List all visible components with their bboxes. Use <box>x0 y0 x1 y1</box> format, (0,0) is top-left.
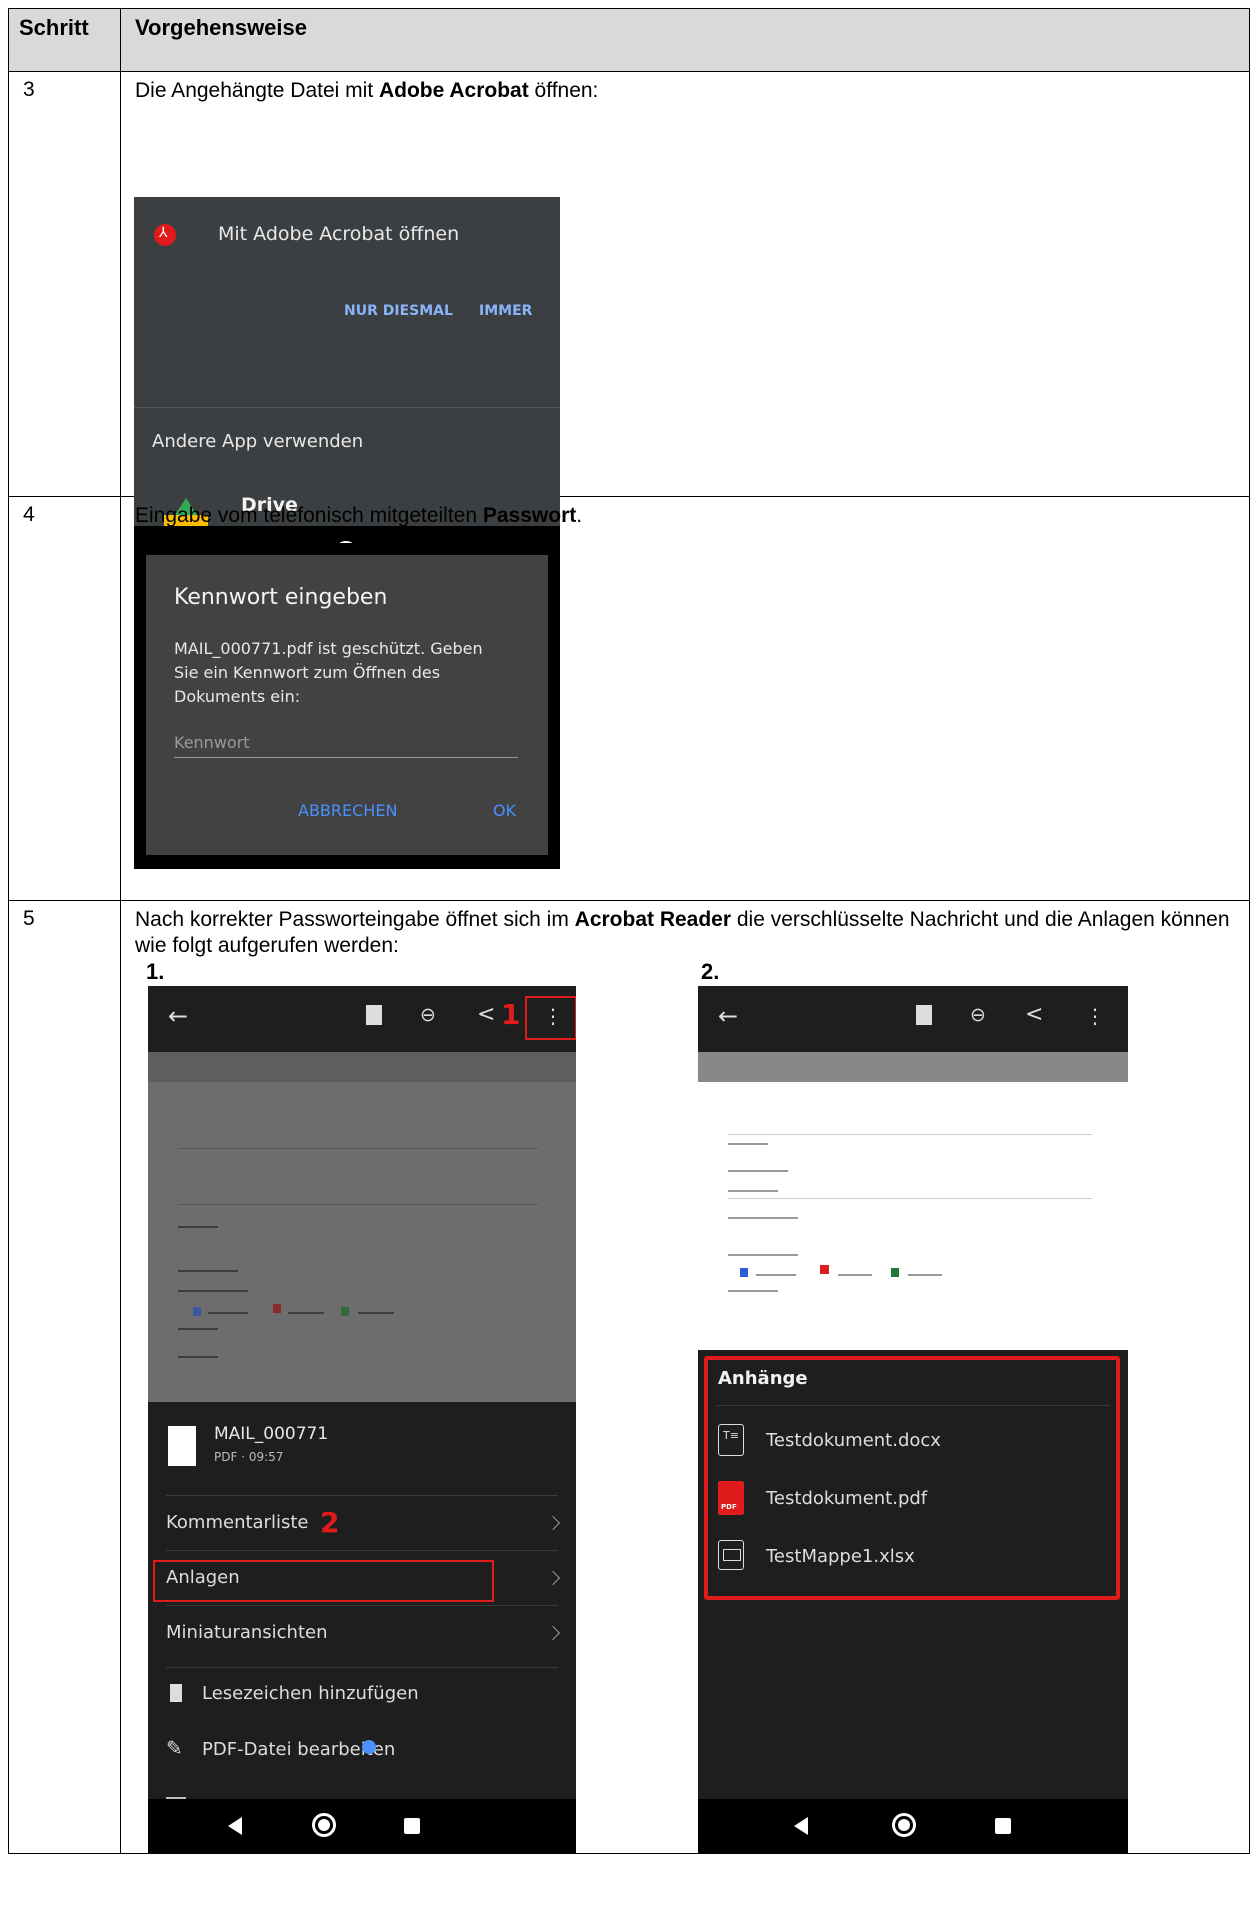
divider <box>134 407 560 408</box>
android-navbar <box>148 1799 576 1853</box>
back-arrow-icon[interactable]: ← <box>168 1002 188 1030</box>
step-number-cell: 4 <box>8 496 121 901</box>
dialog-title: Kennwort eingeben <box>174 585 388 610</box>
step-description: Die Angehängte Datei mit Adobe Acrobat ö… <box>135 79 599 102</box>
chevron-right-icon <box>545 1570 561 1586</box>
header-schritt: Schritt <box>8 8 121 72</box>
document-preview <box>698 1082 1128 1350</box>
password-input[interactable] <box>174 757 518 758</box>
document-preview <box>148 1082 576 1402</box>
step-row-3: 3 Die Angehängte Datei mit Adobe Acrobat… <box>8 71 1250 582</box>
steps-table: Schritt Vorgehensweise 3 Die Angehängte … <box>8 8 1250 1854</box>
password-dialog: Kennwort eingeben MAIL_000771.pdf ist ge… <box>146 555 548 855</box>
other-app-label: Andere App verwenden <box>152 431 364 452</box>
chevron-right-icon <box>545 1625 561 1641</box>
password-screenshot: Kennwort eingeben MAIL_000771.pdf ist ge… <box>134 543 560 869</box>
back-icon[interactable] <box>228 1817 242 1835</box>
password-field-placeholder: Kennwort <box>174 733 250 752</box>
more-menu-icon[interactable]: ⋮ <box>1085 1004 1105 1028</box>
view-mode-icon[interactable] <box>916 1005 932 1025</box>
highlight-attachments-list <box>704 1356 1120 1600</box>
menu-item-comments[interactable]: Kommentarliste 2 <box>148 1496 576 1550</box>
step-row-5: 5 Nach korrekter Passworteingabe öffnet … <box>8 900 1250 1854</box>
reader-toolbar: ← ⊖ < ⋮ 1 <box>148 986 576 1052</box>
ok-button[interactable]: OK <box>493 801 516 820</box>
sub-label-1: 1. <box>146 959 165 984</box>
acrobat-icon: ⅄ <box>154 224 176 246</box>
header-vorgehensweise: Vorgehensweise <box>120 8 1250 72</box>
recents-icon[interactable] <box>995 1818 1011 1834</box>
chevron-right-icon <box>545 1515 561 1531</box>
cancel-button[interactable]: ABBRECHEN <box>298 801 397 820</box>
step-description-cell: Eingabe vom telefonisch mitgeteilten Pas… <box>120 496 1250 901</box>
zoom-icon[interactable]: ⊖ <box>970 1004 986 1026</box>
reader-attachments-screenshot: ← ⊖ < ⋮ Anhänge T≡ Testdokument.docx PDF… <box>698 986 1128 1853</box>
step-row-4: 4 Eingabe vom telefonisch mitgeteilten P… <box>8 496 1250 901</box>
context-menu-sheet: MAIL_000771 PDF · 09:57 Kommentarliste 2… <box>148 1402 576 1853</box>
highlight-attachments <box>153 1560 494 1602</box>
attachments-panel: Anhänge T≡ Testdokument.docx PDF Testdok… <box>698 1350 1128 1853</box>
back-icon[interactable] <box>794 1817 808 1835</box>
file-name: MAIL_000771 <box>214 1424 329 1444</box>
view-mode-icon[interactable] <box>366 1005 382 1025</box>
divider <box>166 1667 558 1668</box>
menu-item-thumbnails[interactable]: Miniaturansichten <box>148 1606 576 1660</box>
page-gap <box>148 1052 576 1082</box>
step-number-cell: 5 <box>8 900 121 1854</box>
add-bookmark-action[interactable]: Lesezeichen hinzufügen <box>148 1678 576 1718</box>
marker-1: 1 <box>501 998 521 1031</box>
menu-item-attachments[interactable]: Anlagen <box>148 1551 576 1605</box>
sub-label-2: 2. <box>701 959 720 984</box>
bookmark-icon <box>170 1684 182 1702</box>
always-button[interactable]: IMMER <box>479 303 532 319</box>
once-button[interactable]: NUR DIESMAL <box>344 303 453 319</box>
recents-icon[interactable] <box>404 1818 420 1834</box>
page-gap <box>698 1052 1128 1082</box>
dialog-message: MAIL_000771.pdf ist geschützt. Geben Sie… <box>174 639 483 706</box>
back-arrow-icon[interactable]: ← <box>718 1002 738 1030</box>
step-description-cell: Die Angehängte Datei mit Adobe Acrobat ö… <box>120 71 1250 582</box>
edit-pdf-action[interactable]: ✎ PDF-Datei bearbeiten <box>148 1734 576 1774</box>
file-meta: PDF · 09:57 <box>214 1450 284 1464</box>
header-row: Schritt Vorgehensweise <box>8 8 1250 72</box>
step-description: Nach korrekter Passworteingabe öffnet si… <box>135 908 1230 957</box>
step-description-cell: Nach korrekter Passworteingabe öffnet si… <box>120 900 1250 1854</box>
reader-toolbar: ← ⊖ < ⋮ <box>698 986 1128 1052</box>
highlight-more-menu <box>525 996 576 1040</box>
share-icon[interactable]: < <box>477 1002 495 1027</box>
home-icon[interactable] <box>312 1813 336 1837</box>
share-icon[interactable]: < <box>1025 1002 1043 1027</box>
step-description: Eingabe vom telefonisch mitgeteilten Pas… <box>135 504 583 527</box>
android-navbar <box>698 1799 1128 1853</box>
step-number-cell: 3 <box>8 71 121 497</box>
reader-menu-screenshot: ← ⊖ < ⋮ 1 MAIL_000771 PDF · 09:57 Kommen… <box>148 986 576 1853</box>
home-icon[interactable] <box>892 1813 916 1837</box>
file-thumbnail <box>168 1426 196 1466</box>
marker-2: 2 <box>320 1506 340 1539</box>
zoom-icon[interactable]: ⊖ <box>420 1004 436 1026</box>
pencil-icon: ✎ <box>166 1736 183 1760</box>
open-with-title: Mit Adobe Acrobat öffnen <box>218 223 460 245</box>
premium-badge-icon <box>362 1740 376 1754</box>
